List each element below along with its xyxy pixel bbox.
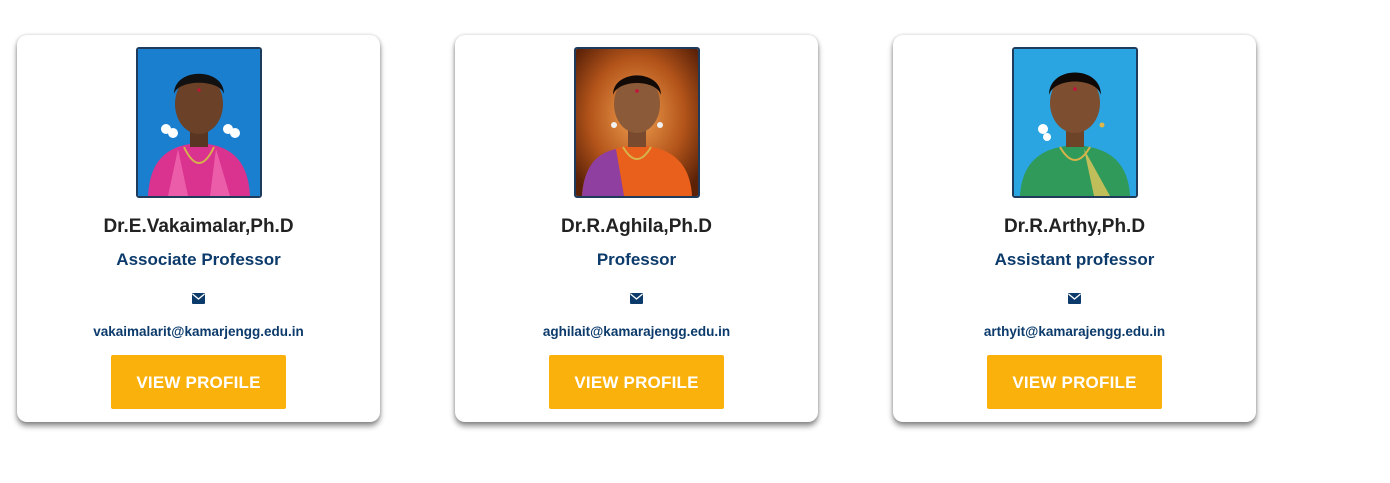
faculty-email[interactable]: aghilait@kamarajengg.edu.in [455,324,818,339]
faculty-photo [574,47,700,198]
envelope-icon [630,293,643,304]
faculty-photo [1012,47,1138,198]
faculty-name: Dr.R.Aghila,Ph.D [561,216,712,237]
envelope-icon [1068,293,1081,304]
faculty-photo-image [1014,49,1136,196]
faculty-name: Dr.E.Vakaimalar,Ph.D [103,216,294,237]
faculty-email[interactable]: vakaimalarit@kamarjengg.edu.in [17,324,380,339]
faculty-designation: Professor [596,250,677,269]
faculty-name: Dr.R.Arthy,Ph.D [1003,216,1146,237]
view-profile-button[interactable]: VIEW PROFILE [549,355,724,409]
faculty-card: Dr.R.Aghila,Ph.D Professor aghilait@kama… [455,35,818,422]
view-profile-button[interactable]: VIEW PROFILE [987,355,1162,409]
faculty-designation: Assistant professor [994,250,1155,269]
faculty-designation: Associate Professor [116,250,281,269]
faculty-email[interactable]: arthyit@kamarajengg.edu.in [893,324,1256,339]
faculty-photo [136,47,262,198]
view-profile-button[interactable]: VIEW PROFILE [111,355,286,409]
faculty-photo-image [138,49,260,196]
faculty-card: Dr.E.Vakaimalar,Ph.D Associate Professor… [17,35,380,422]
faculty-card-list: Dr.E.Vakaimalar,Ph.D Associate Professor… [0,0,1390,483]
faculty-photo-image [576,49,698,196]
faculty-card: Dr.R.Arthy,Ph.D Assistant professor arth… [893,35,1256,422]
envelope-icon [192,293,205,304]
